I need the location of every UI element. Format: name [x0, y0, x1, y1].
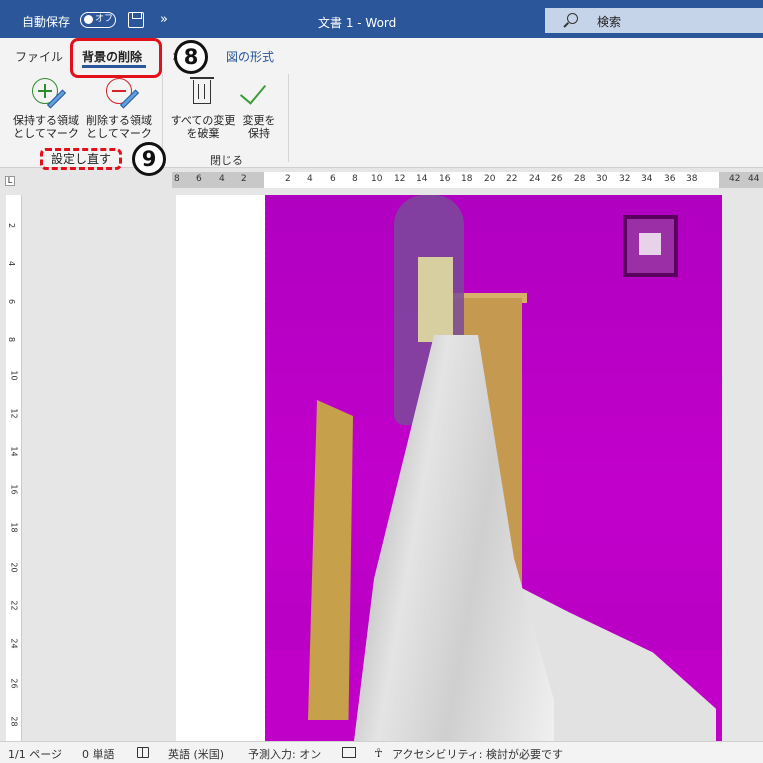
keep-label-1: 変更を	[242, 114, 276, 127]
mark-remove-label-1: 削除する領域	[86, 114, 152, 127]
proofing-book-icon[interactable]	[137, 747, 149, 758]
dress-skirt	[354, 335, 554, 741]
autosave-label: 自動保存	[22, 15, 71, 29]
accessibility-status[interactable]: アクセシビリティ: 検討が必要です	[392, 746, 563, 762]
discard-label-1: すべての変更	[170, 114, 236, 127]
v-ruler-tick: 16	[9, 484, 19, 495]
autosave-toggle[interactable]: オフ	[80, 12, 116, 28]
group-label-refine: 設定し直す	[40, 148, 122, 170]
h-ruler-tick: 6	[330, 174, 336, 184]
h-ruler-tick: 44	[748, 174, 760, 184]
dress-bodice	[418, 257, 453, 342]
v-ruler-tick: 18	[9, 522, 19, 533]
tab-stop-icon: L	[5, 176, 15, 186]
horizontal-ruler[interactable]: 8 6 4 2 2 4 6 8 10 12 14 16 18 20 22 24 …	[172, 172, 763, 188]
h-ruler-tick: 16	[439, 174, 451, 184]
v-ruler-tick: 22	[9, 600, 19, 611]
v-ruler-tick: 24	[9, 638, 19, 649]
search-icon	[567, 13, 578, 24]
mark-remove-label-2: としてマーク	[86, 127, 152, 140]
v-ruler-tick: 20	[9, 562, 19, 573]
h-ruler-tick: 14	[416, 174, 428, 184]
save-icon[interactable]	[128, 12, 144, 28]
check-icon	[239, 77, 267, 105]
toggle-knob	[84, 15, 93, 24]
text-predictions-status[interactable]: 予測入力: オン	[248, 746, 321, 762]
h-ruler-tick: 8	[352, 174, 358, 184]
h-ruler-tick: 18	[461, 174, 473, 184]
v-ruler-tick: 2	[7, 222, 17, 229]
title-bar: 自動保存 オフ » 文書 1 - Word 検索	[0, 0, 763, 38]
ribbon: ファイル 背景の削除 ホ 図の形式 8 保持する領域 としてマーク 削除する領域…	[0, 38, 763, 176]
mark-areas-to-remove-button[interactable]: 削除する領域 としてマーク	[84, 76, 154, 140]
step-9-badge: 9	[132, 142, 166, 176]
h-ruler-tick: 38	[686, 174, 698, 184]
step-8-badge: 8	[174, 40, 208, 74]
h-ruler-tick: 20	[484, 174, 496, 184]
h-ruler-tick: 2	[241, 174, 247, 184]
h-ruler-tick: 26	[551, 174, 563, 184]
v-ruler-tick: 12	[9, 408, 19, 419]
h-ruler-tick: 30	[596, 174, 608, 184]
mark-areas-to-keep-button[interactable]: 保持する領域 としてマーク	[8, 76, 84, 140]
v-ruler-tick: 26	[9, 678, 19, 689]
more-commands-icon[interactable]: »	[160, 12, 168, 27]
group-separator	[288, 74, 289, 162]
language-status[interactable]: 英語 (米国)	[168, 746, 224, 762]
h-ruler-tick: 10	[371, 174, 383, 184]
v-ruler-tick: 10	[9, 370, 19, 381]
h-ruler-tick: 6	[196, 174, 202, 184]
h-ruler-tick: 36	[664, 174, 676, 184]
v-ruler-tick: 14	[9, 446, 19, 457]
h-ruler-tick: 8	[174, 174, 180, 184]
h-ruler-tick: 4	[219, 174, 225, 184]
h-ruler-tick: 42	[729, 174, 741, 184]
search-box[interactable]: 検索	[545, 8, 763, 33]
h-ruler-tick: 24	[529, 174, 541, 184]
wall-picture-frame	[623, 215, 678, 277]
accessibility-icon[interactable]: ☥	[374, 746, 383, 760]
discard-label-2: を破棄	[186, 127, 220, 140]
keep-label-2: 保持	[248, 127, 270, 140]
v-ruler-tick: 4	[7, 260, 17, 267]
chair	[308, 400, 353, 720]
group-label-close: 閉じる	[210, 154, 243, 167]
tab-file[interactable]: ファイル	[15, 48, 63, 65]
h-ruler-tick: 2	[285, 174, 291, 184]
vertical-ruler[interactable]: 2 4 6 8 10 12 14 16 18 20 22 24 26 28	[6, 195, 22, 741]
tab-picture-format[interactable]: 図の形式	[226, 48, 274, 65]
h-ruler-tick: 4	[307, 174, 313, 184]
dress-photo[interactable]	[265, 195, 722, 741]
keyboard-icon[interactable]	[342, 747, 356, 758]
keep-changes-button[interactable]: 変更を 保持	[238, 76, 280, 140]
trash-icon	[190, 77, 214, 104]
status-bar: 1/1 ページ 0 単語 英語 (米国) 予測入力: オン ☥ アクセシビリティ…	[0, 741, 763, 763]
search-placeholder: 検索	[597, 15, 622, 29]
discard-all-changes-button[interactable]: すべての変更 を破棄	[168, 76, 238, 140]
h-ruler-tick: 28	[574, 174, 586, 184]
page-count[interactable]: 1/1 ページ	[8, 746, 62, 762]
document-title: 文書 1 - Word	[318, 16, 397, 30]
v-ruler-tick: 28	[9, 716, 19, 727]
v-ruler-tick: 8	[7, 336, 17, 343]
h-ruler-tick: 22	[506, 174, 518, 184]
v-ruler-tick: 6	[7, 298, 17, 305]
autosave-state: オフ	[95, 14, 114, 24]
tab-selector[interactable]: L	[0, 170, 28, 192]
word-count[interactable]: 0 単語	[82, 746, 115, 762]
h-ruler-tick: 32	[619, 174, 631, 184]
highlight-box-tab	[70, 38, 162, 78]
mark-keep-label-2: としてマーク	[13, 127, 79, 140]
h-ruler-tick: 34	[641, 174, 653, 184]
h-ruler-tick: 12	[394, 174, 406, 184]
mark-keep-label-1: 保持する領域	[13, 114, 79, 127]
